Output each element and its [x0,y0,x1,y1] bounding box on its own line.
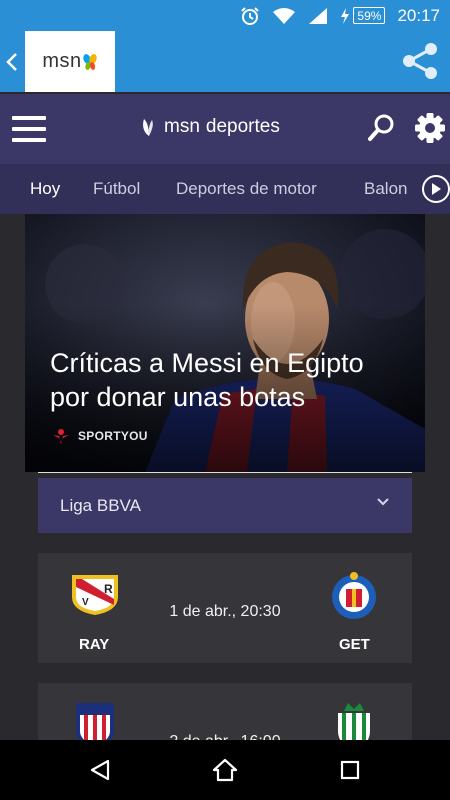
hero-headline[interactable]: Críticas a Messi en Egipto por donar una… [50,346,410,414]
share-icon [403,43,437,79]
league-selected: Liga BBVA [60,495,141,515]
wifi-icon [272,7,296,25]
tab-hoy[interactable]: Hoy [30,164,60,214]
battery-level: 59% [353,7,386,24]
back-button[interactable] [0,31,24,92]
play-arrow-icon [432,183,441,195]
divider [38,472,412,473]
tabs-scroll-next-button[interactable] [422,175,450,203]
chevron-left-icon [6,52,17,71]
hero-source-name: SPORTYOU [78,429,148,443]
home-icon [212,758,238,782]
battery-indicator: 59% [340,7,386,24]
league-dropdown[interactable]: Liga BBVA [38,478,412,533]
signal-icon [308,7,328,25]
category-tabs: Hoy Fútbol Deportes de motor Balon [0,164,450,214]
chevron-down-icon [377,498,389,506]
brand-msn: msn [164,116,200,137]
msn-butterfly-icon [143,119,153,136]
recents-icon [340,760,360,780]
menu-bar [12,127,46,131]
tab-baloncesto[interactable]: Balon [364,164,407,214]
alarm-icon [240,6,260,26]
share-button[interactable] [396,37,444,85]
match-card[interactable]: R V RAY 1 de abr., 20:30 GET [38,553,412,663]
menu-bar [12,116,46,120]
settings-button[interactable] [413,111,447,145]
hero-source: SPORTYOU [52,428,148,444]
section-header: msn deportes [0,94,450,164]
home-team: RAY [79,636,110,653]
app-bar: msn [0,31,450,92]
msn-butterfly-icon [82,53,97,70]
back-triangle-icon [90,759,110,781]
search-button[interactable] [365,112,397,144]
nav-home-button[interactable] [209,754,241,786]
away-team: GET [339,636,370,653]
gear-icon [415,113,445,143]
tab-deportes-de-motor[interactable]: Deportes de motor [176,164,317,214]
sportyou-logo-icon [53,429,69,444]
nav-back-button[interactable] [84,754,116,786]
system-navigation-bar [0,740,450,800]
status-bar: 59% 20:17 [0,0,450,31]
hero-article[interactable]: Críticas a Messi en Egipto por donar una… [25,214,425,472]
charging-icon [341,7,350,24]
section-brand: msn deportes [140,116,280,138]
svg-text:R: R [104,582,113,596]
msn-logo-text: msn [42,50,82,72]
search-icon [368,114,394,141]
menu-button[interactable] [12,116,46,142]
msn-logo-tile[interactable]: msn [25,31,115,92]
brand-section: deportes [205,116,280,137]
tab-futbol[interactable]: Fútbol [93,164,140,214]
clock: 20:17 [397,5,440,25]
nav-recents-button[interactable] [334,754,366,786]
menu-bar [12,138,46,142]
getafe-crest-icon [332,572,376,619]
